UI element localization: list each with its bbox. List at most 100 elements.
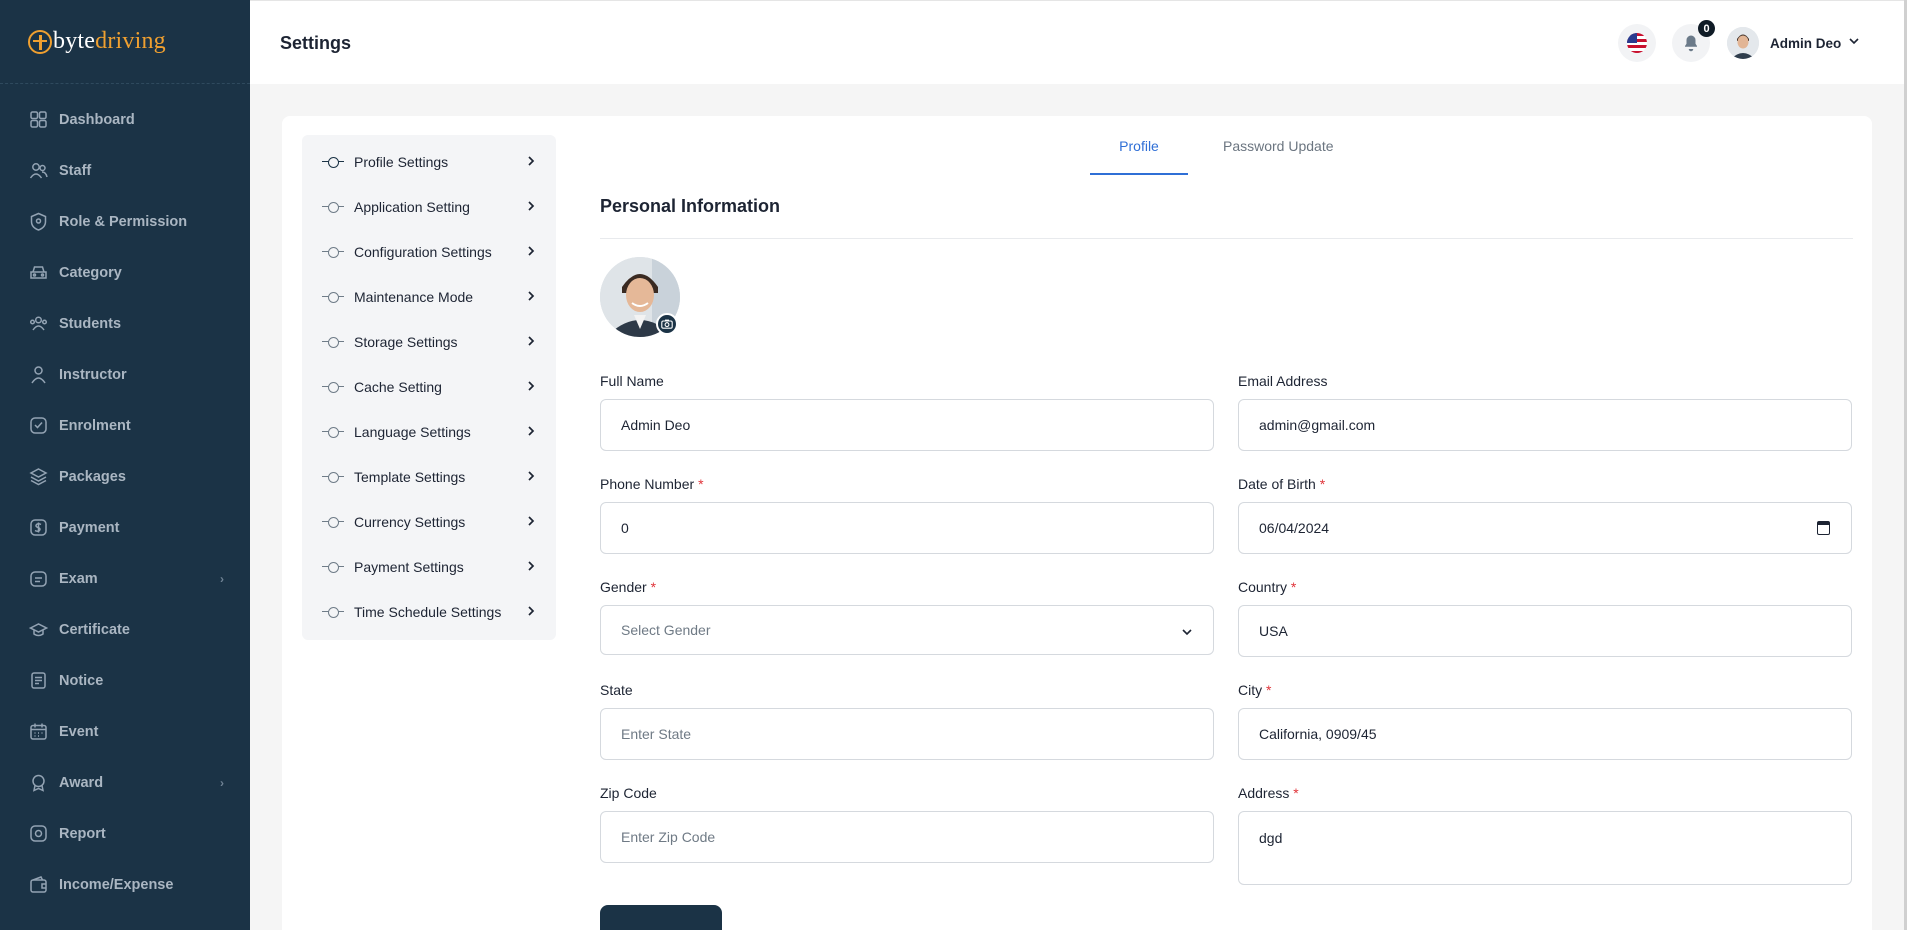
settings-menu-item-maintenance-mode[interactable]: Maintenance Mode (302, 274, 556, 319)
sidebar-item-award[interactable]: Award › (0, 757, 250, 808)
user-avatar[interactable] (1727, 27, 1759, 59)
settings-menu-item-time-schedule-settings[interactable]: Time Schedule Settings (302, 589, 556, 634)
chevron-right-icon (528, 561, 535, 571)
sidebar-item-certificate[interactable]: Certificate (0, 604, 250, 655)
sidebar-item-event[interactable]: Event (0, 706, 250, 757)
settings-menu-item-storage-settings[interactable]: Storage Settings (302, 319, 556, 364)
commit-icon (322, 381, 344, 393)
settings-menu-item-label: Application Setting (354, 198, 470, 215)
enrolment-icon (29, 416, 48, 435)
sidebar-item-income-expense[interactable]: Income/Expense (0, 859, 250, 910)
sidebar-item-label: Role & Permission (59, 213, 188, 230)
gender-select-value: Select Gender (621, 622, 711, 638)
email-input[interactable]: admin@gmail.com (1238, 399, 1852, 451)
sidebar-item-dashboard[interactable]: Dashboard (0, 94, 250, 145)
settings-menu-item-application-setting[interactable]: Application Setting (302, 184, 556, 229)
settings-card: Profile Settings Application Setting Confi… (282, 116, 1872, 930)
sidebar-item-category[interactable]: Category (0, 247, 250, 298)
chevron-right-icon: › (220, 776, 224, 790)
calendar-icon[interactable] (1817, 521, 1830, 535)
award-icon (29, 773, 48, 792)
sidebar-item-label: Report (59, 825, 106, 842)
sidebar-item-label: Exam (59, 570, 98, 587)
chevron-right-icon (528, 156, 535, 166)
report-icon (29, 824, 48, 843)
phone-input[interactable]: 0 (600, 502, 1214, 554)
sidebar-item-staff[interactable]: Staff (0, 145, 250, 196)
settings-menu-item-payment-settings[interactable]: Payment Settings (302, 544, 556, 589)
city-label: City * (1238, 682, 1272, 698)
chevron-right-icon (528, 246, 535, 256)
language-button[interactable] (1618, 24, 1656, 62)
save-button[interactable]: Save Now (600, 905, 722, 930)
state-input[interactable]: Enter State (600, 708, 1214, 760)
settings-menu-item-label: Maintenance Mode (354, 288, 474, 305)
settings-menu-item-configuration-settings[interactable]: Configuration Settings (302, 229, 556, 274)
sidebar-item-label: Certificate (59, 621, 130, 638)
sidebar-item-notice[interactable]: Notice (0, 655, 250, 706)
shield-icon (29, 212, 48, 231)
state-label: State (600, 682, 633, 698)
sidebar-item-payment[interactable]: Payment (0, 502, 250, 553)
settings-menu-item-label: Profile Settings (354, 153, 449, 170)
person-icon (29, 365, 48, 384)
notification-count-badge: 0 (1698, 20, 1715, 37)
commit-icon (322, 561, 344, 573)
full-name-input[interactable]: Admin Deo (600, 399, 1214, 451)
sidebar-item-enrolment[interactable]: Enrolment (0, 400, 250, 451)
settings-menu-item-label: Time Schedule Settings (354, 603, 502, 620)
tab-profile[interactable]: Profile (1090, 116, 1188, 175)
chevron-right-icon (528, 336, 535, 346)
sidebar-item-label: Payment (59, 519, 120, 536)
settings-menu-item-label: Configuration Settings (354, 243, 492, 260)
address-label: Address * (1238, 785, 1299, 801)
tab-password-update[interactable]: Password Update (1223, 116, 1334, 175)
section-divider (600, 238, 1853, 239)
sidebar-item-role-permission[interactable]: Role & Permission (0, 196, 250, 247)
settings-menu: Profile Settings Application Setting Confi… (302, 135, 556, 640)
dob-input[interactable]: 06/04/2024 (1238, 502, 1852, 554)
dob-value: 06/04/2024 (1259, 520, 1330, 536)
graduation-icon (29, 620, 48, 639)
country-input[interactable]: USA (1238, 605, 1852, 657)
user-avatar-image (1727, 27, 1759, 59)
notice-icon (29, 671, 48, 690)
settings-menu-item-language-settings[interactable]: Language Settings (302, 409, 556, 454)
zip-input[interactable]: Enter Zip Code (600, 811, 1214, 863)
sidebar-item-exam[interactable]: Exam › (0, 553, 250, 604)
user-name[interactable]: Admin Deo (1770, 36, 1841, 51)
brand-logo[interactable]: bytedriving (0, 0, 250, 84)
sidebar-item-report[interactable]: Report (0, 808, 250, 859)
camera-icon (661, 319, 673, 329)
settings-menu-item-cache-setting[interactable]: Cache Setting (302, 364, 556, 409)
sidebar-item-instructor[interactable]: Instructor (0, 349, 250, 400)
chevron-right-icon (528, 426, 535, 436)
settings-menu-item-label: Cache Setting (354, 378, 442, 395)
wallet-icon (29, 875, 48, 894)
settings-menu-item-label: Template Settings (354, 468, 466, 485)
change-photo-button[interactable] (656, 313, 678, 335)
us-flag-icon (1627, 33, 1647, 53)
email-label: Email Address (1238, 373, 1328, 389)
category-icon (29, 263, 48, 282)
sidebar: bytedriving Dashboard Staff Role & Permiss… (0, 0, 250, 930)
settings-menu-item-profile-settings[interactable]: Profile Settings (302, 139, 556, 184)
city-input[interactable]: California, 0909/45 (1238, 708, 1852, 760)
commit-icon (322, 291, 344, 303)
sidebar-item-label: Income/Expense (59, 876, 174, 893)
sidebar-item-label: Dashboard (59, 111, 135, 128)
exam-icon (29, 569, 48, 588)
sidebar-item-label: Notice (59, 672, 104, 689)
chevron-right-icon (528, 201, 535, 211)
chevron-down-icon (1182, 629, 1192, 636)
chevron-down-icon[interactable] (1848, 35, 1860, 47)
page-title: Settings (280, 33, 352, 53)
settings-menu-item-template-settings[interactable]: Template Settings (302, 454, 556, 499)
chevron-right-icon: › (220, 572, 224, 586)
gender-select[interactable]: Select Gender (600, 605, 1214, 655)
address-textarea[interactable]: dgd (1238, 811, 1852, 885)
sidebar-item-label: Category (59, 264, 122, 281)
sidebar-item-packages[interactable]: Packages (0, 451, 250, 502)
sidebar-item-students[interactable]: Students (0, 298, 250, 349)
settings-menu-item-currency-settings[interactable]: Currency Settings (302, 499, 556, 544)
